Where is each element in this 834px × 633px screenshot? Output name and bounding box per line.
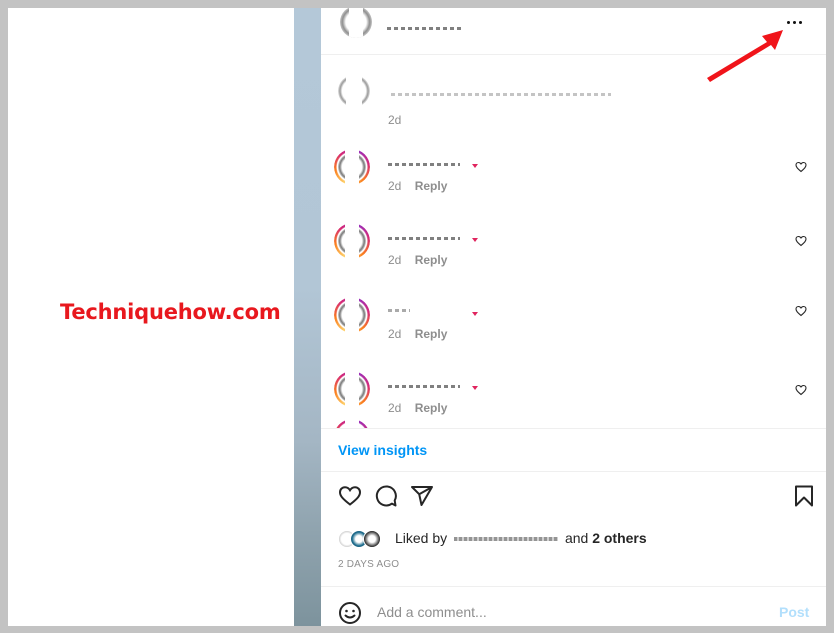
comment-item: 2d Reply <box>321 221 826 281</box>
comment-time: 2d <box>388 113 402 127</box>
screenshot-frame: Techniquehow.com 2d 2d Reply 2d Reply 2d… <box>8 8 826 626</box>
comment-text-redacted <box>391 93 611 96</box>
commenter-avatar[interactable] <box>338 75 370 107</box>
liker-avatar <box>363 530 381 548</box>
author-username-redacted[interactable] <box>387 27 461 30</box>
comment-bubble-icon[interactable] <box>374 484 398 508</box>
heart-emoji-icon <box>472 238 478 242</box>
commenter-username-redacted[interactable] <box>388 309 410 312</box>
view-insights-link[interactable]: View insights <box>338 442 427 458</box>
post-comment-button[interactable]: Post <box>779 604 809 620</box>
dot-icon <box>798 20 802 24</box>
post-image-edge <box>294 8 321 626</box>
post-side-panel: 2d 2d Reply 2d Reply 2d Reply 2d Reply V… <box>321 8 826 626</box>
comment-meta: 2d <box>388 113 411 127</box>
share-paper-plane-icon[interactable] <box>410 484 434 508</box>
comment-item: 2d Reply <box>321 295 826 355</box>
insights-row: View insights <box>321 428 826 472</box>
comment-like-heart-icon[interactable] <box>795 161 807 173</box>
heart-emoji-icon <box>472 312 478 316</box>
reply-button[interactable]: Reply <box>415 401 448 415</box>
post-actions-bar <box>321 471 826 519</box>
commenter-avatar[interactable] <box>338 375 366 403</box>
commenter-username-redacted[interactable] <box>388 237 460 240</box>
comment-item-partial <box>321 417 826 428</box>
reply-button[interactable]: Reply <box>415 253 448 267</box>
comment-like-heart-icon[interactable] <box>795 235 807 247</box>
comment-time: 2d <box>388 253 402 267</box>
heart-emoji-icon <box>472 164 478 168</box>
heart-emoji-icon <box>472 386 478 390</box>
save-bookmark-icon[interactable] <box>792 484 816 508</box>
emoji-smiley-icon[interactable] <box>338 601 362 625</box>
liker-username-redacted[interactable] <box>454 537 559 542</box>
comment-meta: 2d Reply <box>388 179 447 193</box>
commenter-avatar[interactable] <box>338 301 366 329</box>
and-label: and <box>564 530 589 546</box>
comment-time: 2d <box>388 401 402 415</box>
comment-meta: 2d Reply <box>388 253 447 267</box>
comments-list: 2d 2d Reply 2d Reply 2d Reply 2d Reply <box>321 55 826 428</box>
comment-like-heart-icon[interactable] <box>795 384 807 396</box>
post-date: 2 DAYS AGO <box>338 559 400 570</box>
others-link[interactable]: 2 others <box>592 530 646 546</box>
comment-meta: 2d Reply <box>388 327 447 341</box>
author-avatar[interactable] <box>340 8 372 38</box>
commenter-username-redacted[interactable] <box>388 163 460 166</box>
add-comment-input[interactable] <box>377 601 737 623</box>
reply-button[interactable]: Reply <box>415 327 448 341</box>
watermark-text: Techniquehow.com <box>60 300 281 324</box>
comment-item: 2d Reply <box>321 147 826 207</box>
liker-avatars[interactable] <box>338 530 388 548</box>
commenter-avatar[interactable] <box>338 153 366 181</box>
likes-text: Liked by and 2 others <box>395 530 647 546</box>
like-heart-icon[interactable] <box>338 484 362 508</box>
post-header <box>321 8 826 82</box>
comment-item: 2d <box>321 67 826 127</box>
reply-button[interactable]: Reply <box>415 179 448 193</box>
commenter-username-redacted[interactable] <box>388 385 460 388</box>
commenter-avatar[interactable] <box>338 227 366 255</box>
comment-like-heart-icon[interactable] <box>795 305 807 317</box>
comment-time: 2d <box>388 179 402 193</box>
add-comment-bar: Post <box>321 586 826 626</box>
comment-meta: 2d Reply <box>388 401 447 415</box>
comment-time: 2d <box>388 327 402 341</box>
liked-by-label: Liked by <box>395 530 448 546</box>
